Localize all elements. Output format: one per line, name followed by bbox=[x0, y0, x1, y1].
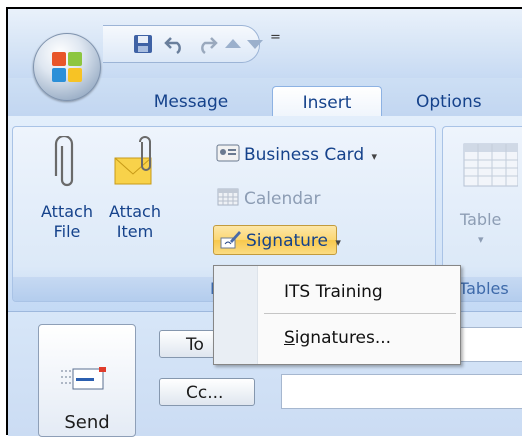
calendar-icon bbox=[217, 188, 239, 206]
cc-field[interactable] bbox=[281, 374, 522, 409]
attach-file-label-2: File bbox=[53, 222, 81, 241]
business-card-dropdown-icon: ▾ bbox=[371, 150, 378, 163]
menu-gutter bbox=[214, 266, 258, 364]
table-dropdown-icon: ▾ bbox=[478, 233, 484, 246]
office-logo-icon bbox=[52, 52, 82, 82]
quick-access-toolbar bbox=[103, 25, 263, 63]
table-button[interactable]: Table ▾ bbox=[456, 140, 518, 250]
paperclip-icon bbox=[54, 136, 74, 187]
save-icon[interactable] bbox=[131, 32, 155, 56]
arrow-down-icon[interactable] bbox=[243, 32, 267, 56]
table-icon bbox=[463, 143, 518, 187]
tab-insert[interactable]: Insert bbox=[272, 86, 382, 119]
signature-pen-icon bbox=[220, 231, 241, 249]
signature-button[interactable]: Signature ▾ bbox=[213, 225, 341, 255]
send-envelope-icon bbox=[61, 367, 106, 390]
signature-label: Signature bbox=[246, 231, 329, 251]
attach-file-label-1: Attach bbox=[41, 202, 93, 221]
cc-button[interactable]: Cc... bbox=[159, 378, 255, 406]
business-card-icon bbox=[216, 144, 240, 162]
envelope-paperclip-icon bbox=[114, 136, 152, 185]
signature-dropdown-icon: ▾ bbox=[335, 236, 341, 249]
office-button[interactable] bbox=[33, 33, 101, 101]
send-label: Send bbox=[64, 412, 110, 433]
tab-options[interactable]: Options bbox=[398, 86, 522, 118]
calendar-button[interactable]: Calendar bbox=[216, 184, 320, 214]
undo-icon[interactable] bbox=[163, 32, 187, 56]
signatures-mnemonic: S bbox=[284, 328, 295, 348]
attach-item-label-2: Item bbox=[116, 222, 154, 241]
business-card-button[interactable]: Business Card ▾ bbox=[216, 140, 377, 170]
menu-item-signatures[interactable]: Signatures... bbox=[284, 328, 391, 348]
signature-menu: ITS Training Signatures... bbox=[213, 265, 461, 365]
send-button[interactable]: Send bbox=[38, 324, 136, 437]
tab-message[interactable]: Message bbox=[132, 86, 250, 118]
redo-icon[interactable] bbox=[195, 32, 219, 56]
signatures-label-rest: ignatures... bbox=[294, 328, 392, 348]
table-label: Table bbox=[460, 210, 502, 229]
business-card-label: Business Card bbox=[244, 145, 365, 165]
customize-qat-button[interactable]: = bbox=[270, 30, 281, 45]
attach-item-button[interactable]: Attach Item bbox=[104, 136, 166, 264]
attach-item-label-1: Attach bbox=[109, 202, 161, 221]
menu-item-its-training[interactable]: ITS Training bbox=[284, 282, 383, 302]
menu-separator bbox=[264, 313, 456, 314]
attach-file-button[interactable]: Attach File bbox=[36, 136, 98, 264]
arrow-up-icon[interactable] bbox=[221, 32, 245, 56]
calendar-label: Calendar bbox=[244, 189, 321, 209]
